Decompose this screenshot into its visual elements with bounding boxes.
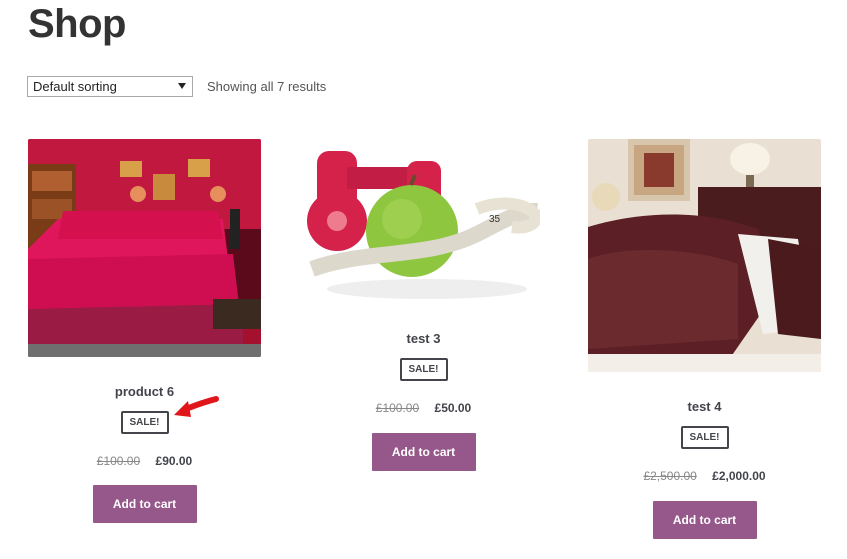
result-count: Showing all 7 results xyxy=(207,79,327,94)
sale-badge: SALE! xyxy=(399,358,448,381)
sale-badge: SALE! xyxy=(680,426,729,449)
sale-badge: SALE! xyxy=(120,411,169,434)
product-card: product 6 SALE! £100.00 £90.00 Add to ca… xyxy=(28,139,261,529)
price: £2,500.00 £2,000.00 xyxy=(588,469,821,483)
product-title[interactable]: test 3 xyxy=(307,331,540,346)
product-title[interactable]: test 4 xyxy=(588,399,821,414)
add-to-cart-button[interactable]: Add to cart xyxy=(371,433,476,471)
sale-price: £2,000.00 xyxy=(712,469,766,483)
add-to-cart-button[interactable]: Add to cart xyxy=(92,485,197,523)
product-title[interactable]: product 6 xyxy=(28,384,261,399)
annotation-arrow-icon xyxy=(174,396,219,417)
chevron-down-icon xyxy=(178,83,186,89)
product-image[interactable] xyxy=(588,139,821,372)
product-image[interactable] xyxy=(28,139,261,357)
fitness-apple-image: 35 xyxy=(307,139,540,304)
page-title: Shop xyxy=(28,2,126,46)
svg-text:35: 35 xyxy=(489,214,501,225)
old-price: £100.00 xyxy=(375,401,420,415)
product-card: test 4 SALE! £2,500.00 £2,000.00 Add to … xyxy=(588,139,821,549)
product-image[interactable]: 35 xyxy=(307,139,540,304)
sale-price: £50.00 xyxy=(434,401,472,415)
bedroom-pink-image xyxy=(28,139,261,357)
old-price: £2,500.00 xyxy=(643,469,697,483)
price: £100.00 £90.00 xyxy=(28,454,261,468)
bedroom-brown-image xyxy=(588,139,821,372)
product-card: 35 test 3 SALE! £100.00 £50.00 Add to ca… xyxy=(307,139,540,479)
old-price: £100.00 xyxy=(96,454,141,468)
add-to-cart-button[interactable]: Add to cart xyxy=(652,501,757,539)
sale-price: £90.00 xyxy=(155,454,193,468)
sort-select[interactable]: Default sorting xyxy=(27,76,193,97)
sort-select-value: Default sorting xyxy=(33,79,117,94)
price: £100.00 £50.00 xyxy=(307,401,540,415)
